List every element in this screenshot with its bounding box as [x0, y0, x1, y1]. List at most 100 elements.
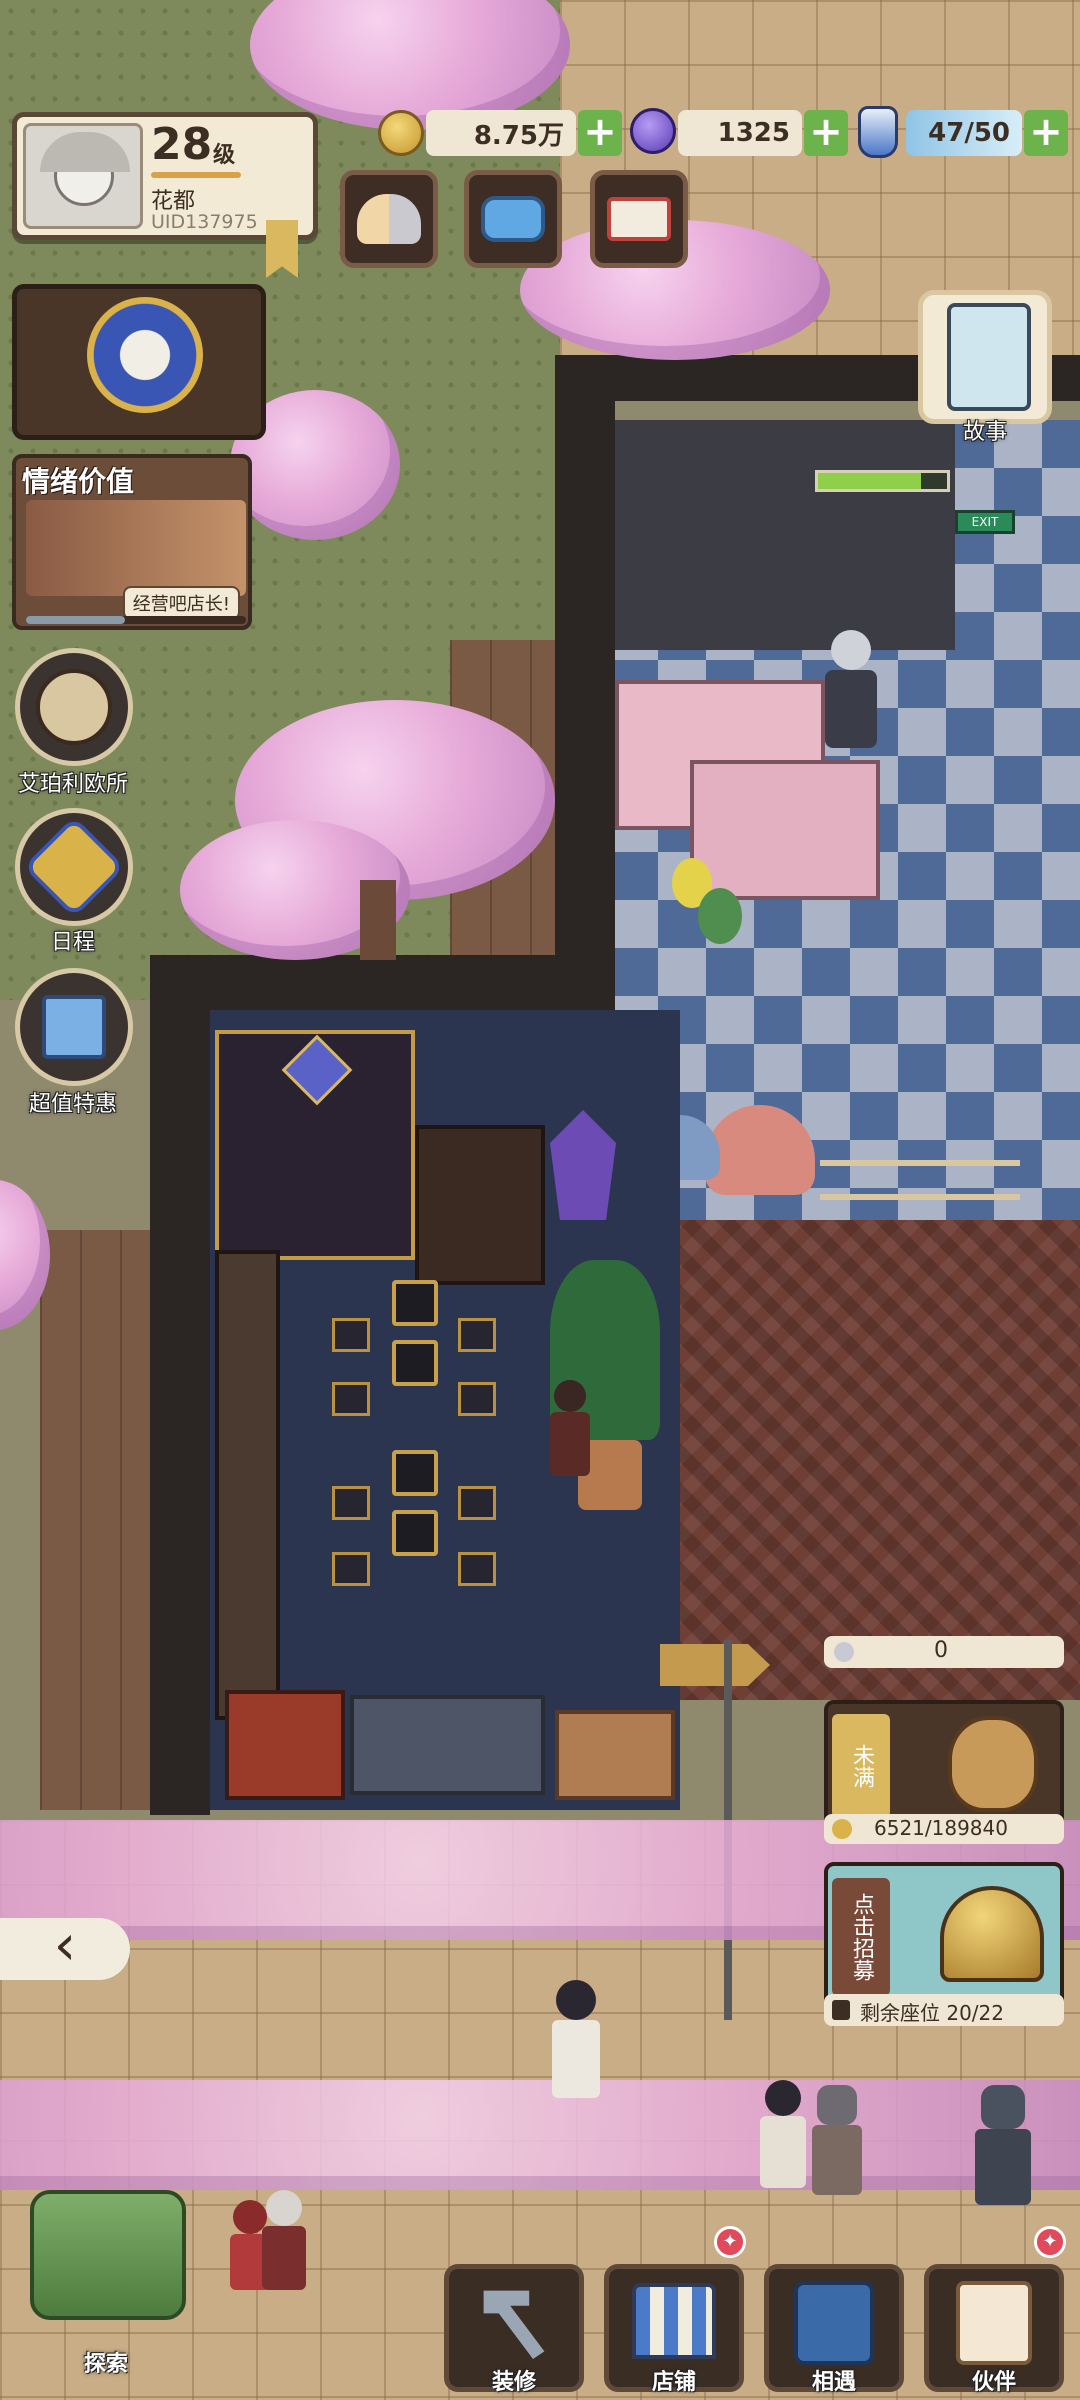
- potion-icon: [858, 106, 898, 158]
- partner-badge-icon: ✦: [1034, 2226, 1066, 2258]
- shop-green-bar: [815, 470, 950, 492]
- chevron-left-icon: ‹: [53, 1913, 77, 1978]
- bottle-shelf: [415, 1125, 545, 1285]
- wolf-character[interactable]: [812, 2085, 862, 2195]
- cafe-chair: [332, 1318, 370, 1352]
- office-label: 艾珀利欧所: [17, 772, 128, 797]
- player-avatar[interactable]: [23, 123, 143, 229]
- cafe-chair: [458, 1382, 496, 1416]
- elder-character[interactable]: [262, 2190, 306, 2290]
- collapse-arrow-button[interactable]: ‹: [0, 1918, 130, 1980]
- energy-amount: 47/50: [906, 110, 1022, 156]
- wall-vertical-right: [555, 355, 615, 1005]
- coin-icon: [378, 110, 424, 156]
- emotion-caption: 经营吧店长!: [122, 586, 240, 620]
- mail-button[interactable]: [590, 170, 688, 268]
- shop-badge-icon: ✦: [714, 2226, 746, 2258]
- add-energy-button[interactable]: +: [1024, 110, 1068, 156]
- partner-label: 伙伴: [971, 2370, 1016, 2395]
- gem-icon: [630, 108, 676, 154]
- player-uid: UID137975: [151, 211, 258, 233]
- coin-icon: [832, 1819, 852, 1839]
- shop-label: 店铺: [651, 2370, 696, 2395]
- chat-button[interactable]: [464, 170, 562, 268]
- knight-character[interactable]: [825, 630, 877, 750]
- pinwheel-map-icon: [30, 2190, 186, 2320]
- cafe-table: [392, 1450, 438, 1496]
- seats-pill: 剩余座位 20/22: [824, 1994, 1064, 2026]
- wooden-deck-left: [40, 1230, 150, 1810]
- shop-counter-value: 0: [934, 1638, 948, 1663]
- player-level: 28: [151, 119, 213, 170]
- mail-icon: [607, 197, 671, 241]
- chef-character[interactable]: [550, 1380, 590, 1480]
- wolf-character[interactable]: [975, 2085, 1031, 2205]
- deals-label: 超值特惠: [28, 1092, 117, 1117]
- cafe-chair: [332, 1552, 370, 1586]
- cafe-chair: [458, 1552, 496, 1586]
- level-bar: [151, 172, 241, 178]
- wall-vertical-left: [150, 955, 210, 1815]
- emotion-progress: [26, 616, 246, 624]
- emotion-value-card[interactable]: 情绪价值 经营吧店长!: [12, 454, 252, 630]
- explore-label: 探索: [83, 2352, 128, 2377]
- exit-sign: EXIT: [955, 510, 1015, 534]
- pedestrian-character[interactable]: [760, 2080, 806, 2190]
- schedule-button[interactable]: [15, 808, 133, 926]
- front-counter: [350, 1695, 545, 1795]
- story-button[interactable]: [918, 290, 1052, 424]
- pedestrian-character[interactable]: [552, 1980, 600, 2100]
- telephone-icon: [794, 2281, 874, 2365]
- add-coins-button[interactable]: +: [578, 110, 622, 156]
- cafe-chair: [458, 1486, 496, 1520]
- story-label: 故事: [962, 420, 1007, 445]
- seat-icon: [832, 2000, 850, 2020]
- cafe-table: [392, 1340, 438, 1386]
- calendar-badge-icon: [23, 816, 125, 918]
- cat-card-icon: [956, 2281, 1032, 2365]
- guild-emblem[interactable]: [12, 284, 266, 440]
- right-shop-counter-2: [690, 760, 880, 900]
- deals-button[interactable]: [15, 968, 133, 1086]
- revenue-progress-pill: 6521/189840: [824, 1814, 1064, 1844]
- entrance-rug: [225, 1690, 345, 1800]
- gem-amount: 1325: [678, 110, 802, 156]
- game-scene[interactable]: EXIT 28 级 花都 UID137975 8.75万 + 1325 + 47…: [0, 0, 1080, 2400]
- recruit-panel[interactable]: 点击招募: [824, 1862, 1064, 2010]
- owl-icon: [36, 669, 112, 745]
- seats-remaining: 剩余座位 20/22: [860, 2001, 1004, 2025]
- side-counter: [555, 1710, 675, 1800]
- decorate-label: 装修: [491, 2370, 536, 2395]
- player-level-unit: 级: [213, 143, 236, 168]
- office-button[interactable]: [15, 648, 133, 766]
- tree-emblem-icon: [87, 297, 203, 413]
- explore-button[interactable]: [10, 2170, 206, 2340]
- gift-box-icon: [42, 995, 106, 1059]
- revenue-progress: 6521/189840: [874, 1816, 1008, 1840]
- cats-button[interactable]: [340, 170, 438, 268]
- coin-amount: 8.75万: [426, 110, 576, 156]
- service-bell-icon: [940, 1886, 1044, 1982]
- emotion-scene-image: [26, 500, 246, 596]
- balloon-green: [698, 888, 742, 944]
- storefront-icon: [632, 2283, 716, 2359]
- tree-trunk: [360, 880, 396, 960]
- cafe-chair: [332, 1486, 370, 1520]
- wall-middle: [150, 955, 615, 1010]
- emotion-title: 情绪价值: [22, 465, 135, 498]
- revenue-panel[interactable]: 未满: [824, 1700, 1064, 1830]
- schedule-label: 日程: [50, 930, 95, 955]
- cats-icon: [357, 194, 421, 244]
- storybook-icon: [947, 303, 1031, 411]
- add-gems-button[interactable]: +: [804, 110, 848, 156]
- cafe-table: [392, 1280, 438, 1326]
- not-full-tag: 未满: [832, 1714, 890, 1818]
- cafe-table: [392, 1510, 438, 1556]
- money-bag-icon: [948, 1716, 1038, 1812]
- meet-label: 相遇: [811, 2370, 856, 2395]
- shop-counter-pill: 0: [824, 1636, 1064, 1668]
- right-shop-backwall: [615, 420, 955, 650]
- fence: [820, 1160, 1020, 1200]
- cafe-chair: [458, 1318, 496, 1352]
- hammer-icon: [483, 2290, 545, 2359]
